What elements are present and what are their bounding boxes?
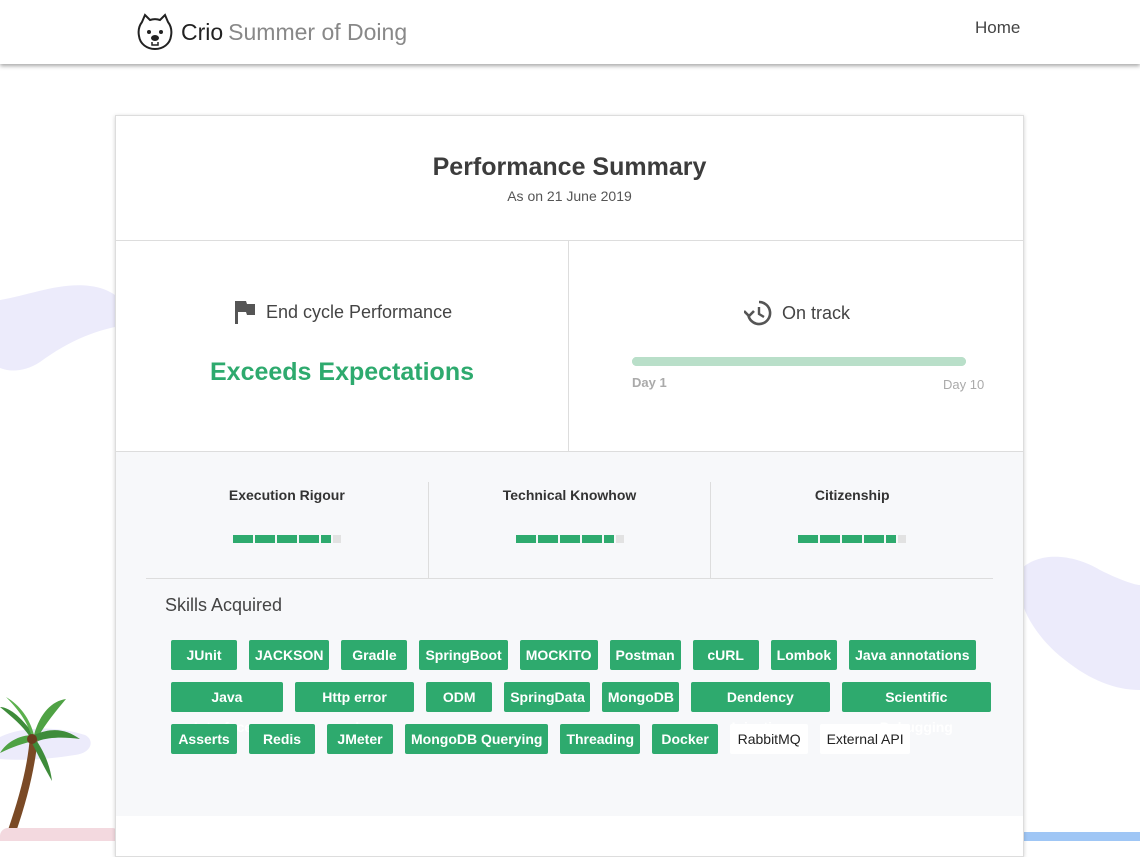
skill-chip: cURL bbox=[692, 640, 759, 670]
on-track-panel: On track Day 1 Day 10 bbox=[569, 241, 1023, 451]
skill-chip: Gradle bbox=[341, 640, 408, 670]
brand-name: Crio bbox=[181, 18, 224, 45]
metric-name: Citizenship bbox=[814, 487, 890, 503]
brand-tagline: Summer of Doing bbox=[228, 18, 408, 45]
metric-rating-bar bbox=[146, 535, 428, 543]
metric-technical-knowhow: Technical Knowhow bbox=[427, 482, 711, 578]
metric-name: Execution Rigour bbox=[228, 487, 345, 503]
rating-segment-filled bbox=[864, 535, 885, 543]
skills-chip-row: JUnit JACKSON Gradle SpringBoot MOCKITO Postm… bbox=[171, 640, 991, 670]
rating-segment-filled bbox=[254, 535, 275, 543]
progress-end-label: Day 10 bbox=[943, 377, 985, 392]
rating-segment-filled bbox=[798, 535, 819, 543]
skill-chip: JMeter bbox=[327, 724, 393, 754]
rating-segment-filled bbox=[232, 535, 253, 543]
cycle-progress-fill bbox=[632, 357, 966, 366]
rating-segment-filled bbox=[276, 535, 297, 543]
rating-segment-empty bbox=[898, 535, 907, 543]
skill-chip: Threading bbox=[560, 724, 641, 754]
skill-chip: Lombok bbox=[770, 640, 838, 670]
rating-segment-filled bbox=[820, 535, 841, 543]
metric-rating-bar bbox=[711, 535, 993, 543]
end-cycle-label: End cycle Performance bbox=[266, 301, 453, 322]
as-on-date: As on 21 June 2019 bbox=[507, 188, 632, 204]
stats-row: End cycle Performance Exceeds Expectatio… bbox=[116, 241, 1023, 452]
skill-chip: SpringData bbox=[504, 682, 590, 712]
rating-segment-half bbox=[886, 535, 897, 543]
skills-chip-list: JUnit JACKSON Gradle SpringBoot MOCKITO Postm… bbox=[171, 640, 991, 766]
background-cloud-left bbox=[0, 285, 128, 371]
metric-name: Technical Knowhow bbox=[502, 487, 637, 503]
performance-summary-card: Performance Summary As on 21 June 2019 E… bbox=[115, 115, 1024, 857]
rating-segment-filled bbox=[842, 535, 863, 543]
top-navbar: Crio Summer of Doing Home bbox=[0, 0, 1140, 64]
rating-segment-filled bbox=[298, 535, 319, 543]
skills-acquired-heading: Skills Acquired bbox=[165, 595, 283, 615]
skill-chip: MOCKITO bbox=[519, 640, 598, 670]
skill-chip: Dendency Injection bbox=[691, 682, 830, 735]
skill-chip: Java annotations bbox=[849, 640, 976, 670]
rating-segment-filled bbox=[515, 535, 536, 543]
skill-chip: Redis bbox=[249, 724, 315, 754]
background-ground-left bbox=[0, 828, 120, 841]
skill-chip: Java Interfaces bbox=[171, 682, 283, 735]
palm-tree-icon bbox=[0, 697, 80, 832]
skill-chip: Asserts bbox=[171, 724, 237, 754]
background-water-right bbox=[1020, 832, 1140, 841]
skill-chip: Scientific Debugging bbox=[841, 682, 991, 735]
end-cycle-rating: Exceeds Expectations bbox=[209, 358, 474, 386]
metrics-row: Execution Rigour Technical Knowhow Citiz… bbox=[146, 452, 993, 579]
flag-icon bbox=[235, 301, 255, 324]
end-cycle-label-group: End cycle Performance bbox=[234, 300, 452, 324]
metric-rating-bar bbox=[429, 535, 711, 543]
background-cloud-right bbox=[1020, 556, 1140, 690]
crio-logo[interactable]: Crio Summer of Doing bbox=[137, 13, 407, 51]
skill-chip: Http error codes bbox=[294, 682, 415, 735]
skill-chip: Docker bbox=[652, 724, 719, 754]
rating-segment-empty bbox=[615, 535, 624, 543]
skill-chip: JUnit bbox=[171, 640, 237, 670]
history-icon bbox=[744, 300, 772, 326]
crio-mascot-icon bbox=[137, 13, 173, 51]
metric-execution-rigour: Execution Rigour bbox=[146, 482, 428, 578]
skill-chip: SpringBoot bbox=[419, 640, 508, 670]
end-cycle-panel: End cycle Performance Exceeds Expectatio… bbox=[116, 241, 569, 451]
cycle-progress-bar bbox=[632, 357, 966, 366]
rating-segment-half bbox=[603, 535, 614, 543]
rating-segment-filled bbox=[581, 535, 602, 543]
details-section: Execution Rigour Technical Knowhow Citiz… bbox=[116, 452, 1023, 816]
rating-segment-empty bbox=[332, 535, 341, 543]
card-header: Performance Summary As on 21 June 2019 bbox=[116, 116, 1023, 241]
skill-chip: JACKSON bbox=[249, 640, 330, 670]
skill-chip: MongoDB bbox=[601, 682, 680, 712]
on-track-label: On track bbox=[782, 302, 851, 323]
on-track-label-group: On track bbox=[744, 299, 850, 327]
skill-chip: MongoDB Querying bbox=[405, 724, 549, 754]
rating-segment-filled bbox=[559, 535, 580, 543]
rating-segment-filled bbox=[537, 535, 558, 543]
skills-chip-row: Java InterfacesHttp error codes ODM Spring… bbox=[171, 682, 991, 735]
metric-citizenship: Citizenship bbox=[710, 482, 993, 578]
skill-chip: ODM bbox=[426, 682, 493, 712]
nav-home-link[interactable]: Home bbox=[975, 18, 1020, 38]
progress-start-label: Day 1 bbox=[632, 375, 667, 390]
rating-segment-half bbox=[320, 535, 331, 543]
page-title: Performance Summary bbox=[432, 153, 707, 181]
skill-chip: Postman bbox=[609, 640, 681, 670]
skill-chip: External API bbox=[820, 724, 911, 754]
skills-chip-row: Asserts Redis JMeter MongoDB Querying Thread… bbox=[171, 724, 991, 754]
skill-chip: RabbitMQ bbox=[730, 724, 809, 754]
